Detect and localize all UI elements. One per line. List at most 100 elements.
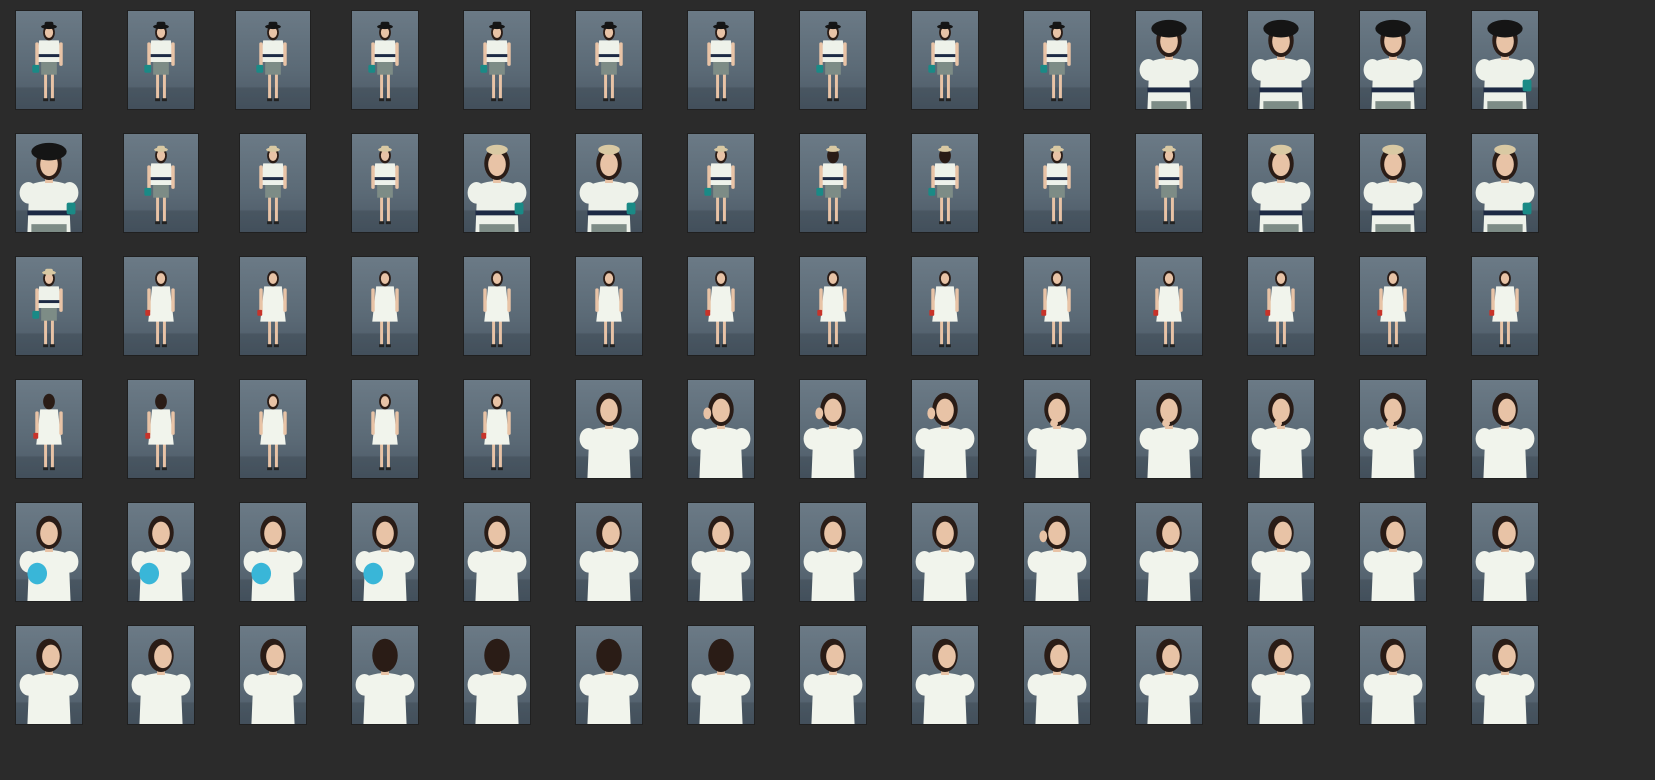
photo-thumbnail[interactable] (1446, 241, 1564, 371)
photo-thumbnail[interactable] (102, 610, 220, 740)
photo-thumbnail[interactable] (438, 610, 556, 740)
photo-thumbnail[interactable] (1222, 118, 1340, 248)
photo-thumbnail[interactable] (550, 364, 668, 494)
photo-thumbnail[interactable] (1110, 364, 1228, 494)
photo-thumbnail[interactable] (214, 364, 332, 494)
thumbnail-image (352, 503, 418, 601)
photo-thumbnail[interactable] (998, 118, 1116, 248)
photo-thumbnail[interactable] (1446, 0, 1564, 125)
thumbnail-image (124, 134, 198, 232)
thumbnail-image (800, 626, 866, 724)
photo-thumbnail[interactable] (1334, 118, 1452, 248)
photo-thumbnail[interactable] (1110, 241, 1228, 371)
photo-thumbnail[interactable] (438, 0, 556, 125)
photo-thumbnail[interactable] (1446, 364, 1564, 494)
photo-thumbnail[interactable] (1110, 118, 1228, 248)
photo-thumbnail[interactable] (1110, 487, 1228, 617)
thumbnail-image (800, 257, 866, 355)
photo-thumbnail[interactable] (886, 487, 1004, 617)
photo-thumbnail[interactable] (1446, 487, 1564, 617)
model-figure (579, 638, 639, 724)
photo-thumbnail[interactable] (550, 0, 668, 125)
photo-thumbnail[interactable] (326, 241, 444, 371)
photo-thumbnail[interactable] (102, 241, 220, 371)
photo-thumbnail[interactable] (1110, 610, 1228, 740)
photo-thumbnail[interactable] (214, 0, 332, 125)
photo-thumbnail[interactable] (1222, 610, 1340, 740)
photo-thumbnail[interactable] (662, 610, 780, 740)
photo-thumbnail[interactable] (0, 364, 108, 494)
photo-thumbnail[interactable] (0, 610, 108, 740)
photo-thumbnail[interactable] (326, 610, 444, 740)
thumbnail-image (1024, 626, 1090, 724)
photo-thumbnail[interactable] (662, 241, 780, 371)
photo-thumbnail[interactable] (1446, 118, 1564, 248)
photo-thumbnail[interactable] (326, 487, 444, 617)
photo-thumbnail[interactable] (438, 241, 556, 371)
thumbnail-image (1136, 134, 1202, 232)
photo-thumbnail[interactable] (214, 610, 332, 740)
photo-thumbnail[interactable] (550, 118, 668, 248)
photo-thumbnail[interactable] (326, 0, 444, 125)
photo-thumbnail[interactable] (0, 0, 108, 125)
photo-thumbnail[interactable] (1110, 0, 1228, 125)
photo-thumbnail[interactable] (1334, 487, 1452, 617)
photo-thumbnail[interactable] (886, 118, 1004, 248)
photo-thumbnail[interactable] (998, 364, 1116, 494)
photo-thumbnail[interactable] (326, 364, 444, 494)
photo-thumbnail[interactable] (1334, 241, 1452, 371)
photo-thumbnail[interactable] (102, 487, 220, 617)
photo-thumbnail[interactable] (1334, 364, 1452, 494)
photo-thumbnail[interactable] (662, 487, 780, 617)
photo-thumbnail[interactable] (214, 487, 332, 617)
photo-thumbnail[interactable] (0, 241, 108, 371)
photo-thumbnail[interactable] (886, 364, 1004, 494)
photo-thumbnail[interactable] (550, 241, 668, 371)
photo-thumbnail[interactable] (662, 118, 780, 248)
photo-thumbnail[interactable] (102, 118, 220, 248)
photo-thumbnail[interactable] (1446, 610, 1564, 740)
photo-thumbnail[interactable] (102, 364, 220, 494)
photo-thumbnail[interactable] (662, 0, 780, 125)
photo-thumbnail[interactable] (1334, 0, 1452, 125)
photo-thumbnail[interactable] (1222, 364, 1340, 494)
photo-thumbnail[interactable] (438, 118, 556, 248)
photo-thumbnail[interactable] (774, 610, 892, 740)
photo-thumbnail[interactable] (0, 487, 108, 617)
photo-thumbnail[interactable] (886, 0, 1004, 125)
photo-thumbnail[interactable] (774, 241, 892, 371)
photo-thumbnail[interactable] (998, 487, 1116, 617)
photo-thumbnail[interactable] (550, 610, 668, 740)
thumbnail-image (688, 626, 754, 724)
photo-thumbnail[interactable] (438, 487, 556, 617)
photo-content (464, 21, 530, 109)
thumbnail-image (16, 380, 82, 478)
photo-thumbnail[interactable] (214, 118, 332, 248)
photo-thumbnail[interactable] (214, 241, 332, 371)
photo-thumbnail[interactable] (438, 364, 556, 494)
photo-thumbnail[interactable] (1222, 487, 1340, 617)
photo-content (1360, 19, 1426, 109)
photo-thumbnail[interactable] (774, 364, 892, 494)
photo-thumbnail[interactable] (886, 241, 1004, 371)
photo-thumbnail[interactable] (1222, 0, 1340, 125)
photo-thumbnail[interactable] (0, 118, 108, 248)
photo-thumbnail[interactable] (774, 0, 892, 125)
photo-thumbnail[interactable] (774, 487, 892, 617)
thumbnail-image (236, 11, 310, 109)
photo-thumbnail[interactable] (662, 364, 780, 494)
photo-thumbnail[interactable] (998, 241, 1116, 371)
photo-thumbnail[interactable] (774, 118, 892, 248)
photo-content (464, 144, 530, 232)
photo-thumbnail[interactable] (998, 0, 1116, 125)
photo-thumbnail[interactable] (998, 610, 1116, 740)
photo-content (1136, 19, 1202, 109)
photo-thumbnail[interactable] (326, 118, 444, 248)
thumbnail-image (688, 380, 754, 478)
thumbnail-image (1136, 503, 1202, 601)
photo-thumbnail[interactable] (550, 487, 668, 617)
photo-thumbnail[interactable] (102, 0, 220, 125)
photo-thumbnail[interactable] (1222, 241, 1340, 371)
photo-thumbnail[interactable] (886, 610, 1004, 740)
photo-thumbnail[interactable] (1334, 610, 1452, 740)
